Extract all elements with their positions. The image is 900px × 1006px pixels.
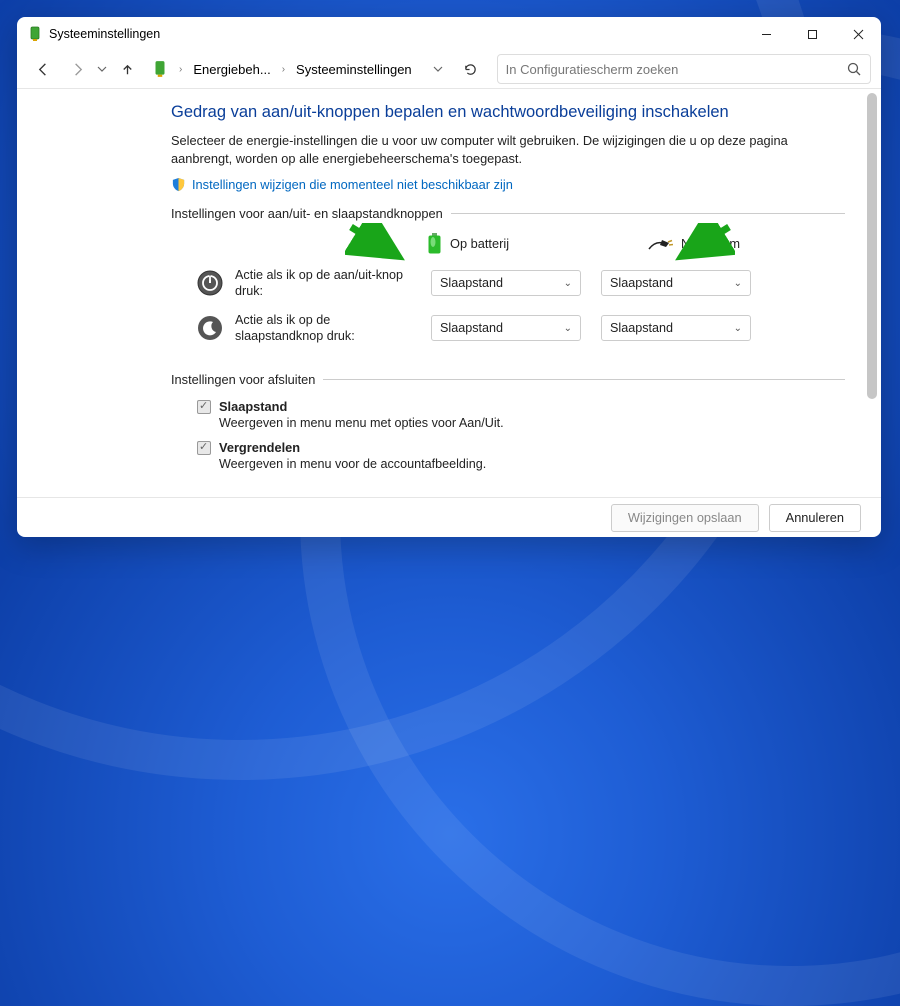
search-icon[interactable] — [846, 61, 862, 77]
select-power-plugged[interactable]: Slaapstand ⌄ — [601, 270, 751, 296]
maximize-button[interactable] — [789, 17, 835, 51]
change-unavailable-link[interactable]: Instellingen wijzigen die momenteel niet… — [192, 177, 513, 192]
change-unavailable-link-row: Instellingen wijzigen die momenteel niet… — [171, 177, 845, 192]
chevron-right-icon: › — [175, 64, 186, 75]
group1-legend: Instellingen voor aan/uit- en slaapstand… — [171, 206, 845, 221]
checkbox-lock[interactable] — [197, 441, 211, 455]
select-value: Slaapstand — [440, 321, 503, 335]
checkbox-sleep-sub: Weergeven in menu menu met opties voor A… — [219, 416, 845, 430]
close-button[interactable] — [835, 17, 881, 51]
checkbox-sleep-title: Slaapstand — [219, 399, 287, 414]
refresh-button[interactable] — [455, 62, 487, 77]
checkbox-lock-title: Vergrendelen — [219, 440, 300, 455]
forward-button[interactable] — [61, 53, 93, 85]
breadcrumb-item-systemsettings[interactable]: Systeeminstellingen — [293, 58, 415, 81]
group2-legend-text: Instellingen voor afsluiten — [171, 372, 315, 387]
row-sleep-button-label: Actie als ik op de slaapstandknop druk: — [235, 312, 419, 345]
footer: Wijzigingen opslaan Annuleren — [17, 497, 881, 537]
nav-row: › Energiebeh... › Systeeminstellingen — [17, 51, 881, 89]
chevron-down-icon: ⌄ — [564, 278, 572, 289]
row-sleep-button: Actie als ik op de slaapstandknop druk: … — [197, 312, 845, 345]
divider — [323, 379, 845, 380]
page-title: Gedrag van aan/uit-knoppen bepalen en wa… — [171, 103, 845, 122]
sleep-button-icon — [197, 315, 223, 341]
minimize-button[interactable] — [743, 17, 789, 51]
select-power-battery[interactable]: Slaapstand ⌄ — [431, 270, 581, 296]
breadcrumb-power-icon — [151, 60, 169, 78]
shield-icon — [171, 177, 186, 192]
window-title: Systeeminstellingen — [49, 27, 160, 41]
select-value: Slaapstand — [610, 276, 673, 290]
back-button[interactable] — [27, 53, 59, 85]
battery-icon — [427, 233, 442, 255]
scrollbar-thumb[interactable] — [867, 93, 877, 399]
breadcrumb-item-powermgmt[interactable]: Energiebeh... — [190, 58, 273, 81]
checkbox-lock-sub: Weergeven in menu voor de accountafbeeld… — [219, 457, 845, 471]
group2-legend: Instellingen voor afsluiten — [171, 372, 845, 387]
select-sleep-plugged[interactable]: Slaapstand ⌄ — [601, 315, 751, 341]
col-battery-label: Op batterij — [450, 236, 509, 251]
page-intro: Selecteer de energie-instellingen die u … — [171, 132, 845, 169]
chevron-down-icon: ⌄ — [734, 323, 742, 334]
save-button[interactable]: Wijzigingen opslaan — [611, 504, 759, 532]
row-power-button: Actie als ik op de aan/uit-knop druk: Sl… — [197, 267, 845, 300]
power-button-icon — [197, 270, 223, 296]
row-power-button-label: Actie als ik op de aan/uit-knop druk: — [235, 267, 419, 300]
annotation-arrow-left — [345, 223, 409, 263]
search-box[interactable] — [497, 54, 871, 84]
up-button[interactable] — [111, 53, 143, 85]
chevron-down-icon: ⌄ — [734, 278, 742, 289]
breadcrumb-dropdown[interactable] — [423, 64, 453, 74]
settings-window: Systeeminstellingen › — [17, 17, 881, 537]
group1-legend-text: Instellingen voor aan/uit- en slaapstand… — [171, 206, 443, 221]
divider — [451, 213, 845, 214]
breadcrumb[interactable]: › Energiebeh... › Systeeminstellingen — [145, 58, 421, 81]
col-header-plugged: Netstroom — [647, 236, 797, 251]
checkbox-sleep[interactable] — [197, 400, 211, 414]
col-header-battery: Op batterij — [427, 233, 577, 255]
select-sleep-battery[interactable]: Slaapstand ⌄ — [431, 315, 581, 341]
vertical-scrollbar[interactable] — [865, 93, 879, 454]
col-plugged-label: Netstroom — [681, 236, 740, 251]
cancel-button[interactable]: Annuleren — [769, 504, 861, 532]
select-value: Slaapstand — [440, 276, 503, 290]
select-value: Slaapstand — [610, 321, 673, 335]
recent-locations-button[interactable] — [95, 53, 109, 85]
chevron-down-icon: ⌄ — [564, 323, 572, 334]
titlebar: Systeeminstellingen — [17, 17, 881, 51]
chevron-right-icon: › — [278, 64, 289, 75]
search-input[interactable] — [506, 62, 846, 77]
content-area: Gedrag van aan/uit-knoppen bepalen en wa… — [17, 89, 881, 498]
power-options-icon — [27, 26, 43, 42]
plug-icon — [647, 237, 673, 251]
